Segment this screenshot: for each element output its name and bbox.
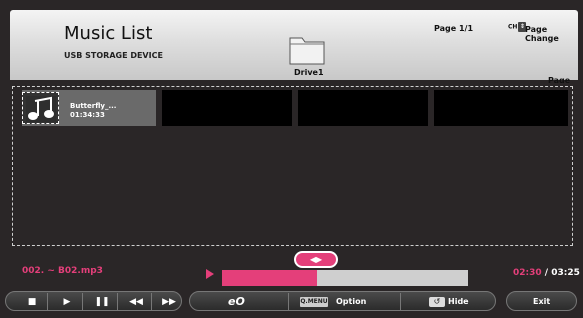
divider — [151, 293, 152, 311]
ch-text: CH — [508, 23, 518, 31]
qmenu-badge: Q.MENU — [300, 297, 328, 307]
stop-button[interactable]: ■ — [19, 293, 45, 311]
page-indicator-top: Page 1/1 — [434, 24, 474, 33]
progress-knob[interactable]: ◀▶ — [294, 251, 338, 268]
drive-label: Drive1 — [294, 68, 324, 77]
page-title: Music List — [64, 23, 153, 44]
time-separator: / — [544, 268, 549, 278]
item-duration: 01:34:33 — [70, 111, 105, 119]
now-playing-track: 002. ~ B02.mp3 — [22, 266, 103, 276]
hide-button[interactable]: Hide — [448, 297, 469, 306]
divider — [47, 293, 48, 311]
divider — [400, 293, 401, 311]
seek-arrows-icon: ◀▶ — [309, 255, 323, 264]
rewind-button[interactable]: ◀◀ — [123, 293, 149, 311]
play-button[interactable]: ▶ — [54, 293, 80, 311]
control-bar: ■ ▶ ❚❚ ◀◀ ▶▶ eO Q.MENU Option ↺ Hide Exi… — [5, 291, 580, 313]
device-subtitle: USB STORAGE DEVICE — [64, 51, 163, 60]
exit-label: Exit — [533, 297, 551, 306]
exit-button[interactable]: Exit — [506, 291, 577, 311]
music-list-screen: Music List USB STORAGE DEVICE Drive1 Pag… — [0, 0, 583, 318]
fast-forward-button[interactable]: ▶▶ — [156, 293, 182, 311]
elapsed-time: 02:30 — [513, 268, 542, 278]
folder-icon[interactable] — [288, 30, 326, 66]
divider — [117, 293, 118, 311]
header: Music List USB STORAGE DEVICE Drive1 Pag… — [10, 10, 578, 94]
divider — [288, 293, 289, 311]
progress-fill — [222, 270, 317, 286]
energy-saving-button[interactable]: eO — [228, 295, 245, 308]
list-focus-border — [12, 86, 573, 246]
item-title: Butterfly_... — [70, 102, 117, 110]
divider — [82, 293, 83, 311]
page-change-label: Page Change — [525, 25, 559, 43]
playback-controls: ■ ▶ ❚❚ ◀◀ ▶▶ — [5, 291, 182, 311]
music-note-icon — [22, 92, 59, 124]
option-button[interactable]: Option — [336, 297, 366, 306]
back-icon: ↺ — [429, 297, 445, 307]
pause-button[interactable]: ❚❚ — [89, 293, 115, 311]
play-indicator-icon — [206, 269, 214, 279]
option-controls: eO Q.MENU Option ↺ Hide — [189, 291, 496, 311]
time-display: 02:30 / 03:25 — [513, 268, 580, 278]
progress-bar[interactable] — [222, 270, 468, 286]
total-time: 03:25 — [551, 268, 580, 278]
